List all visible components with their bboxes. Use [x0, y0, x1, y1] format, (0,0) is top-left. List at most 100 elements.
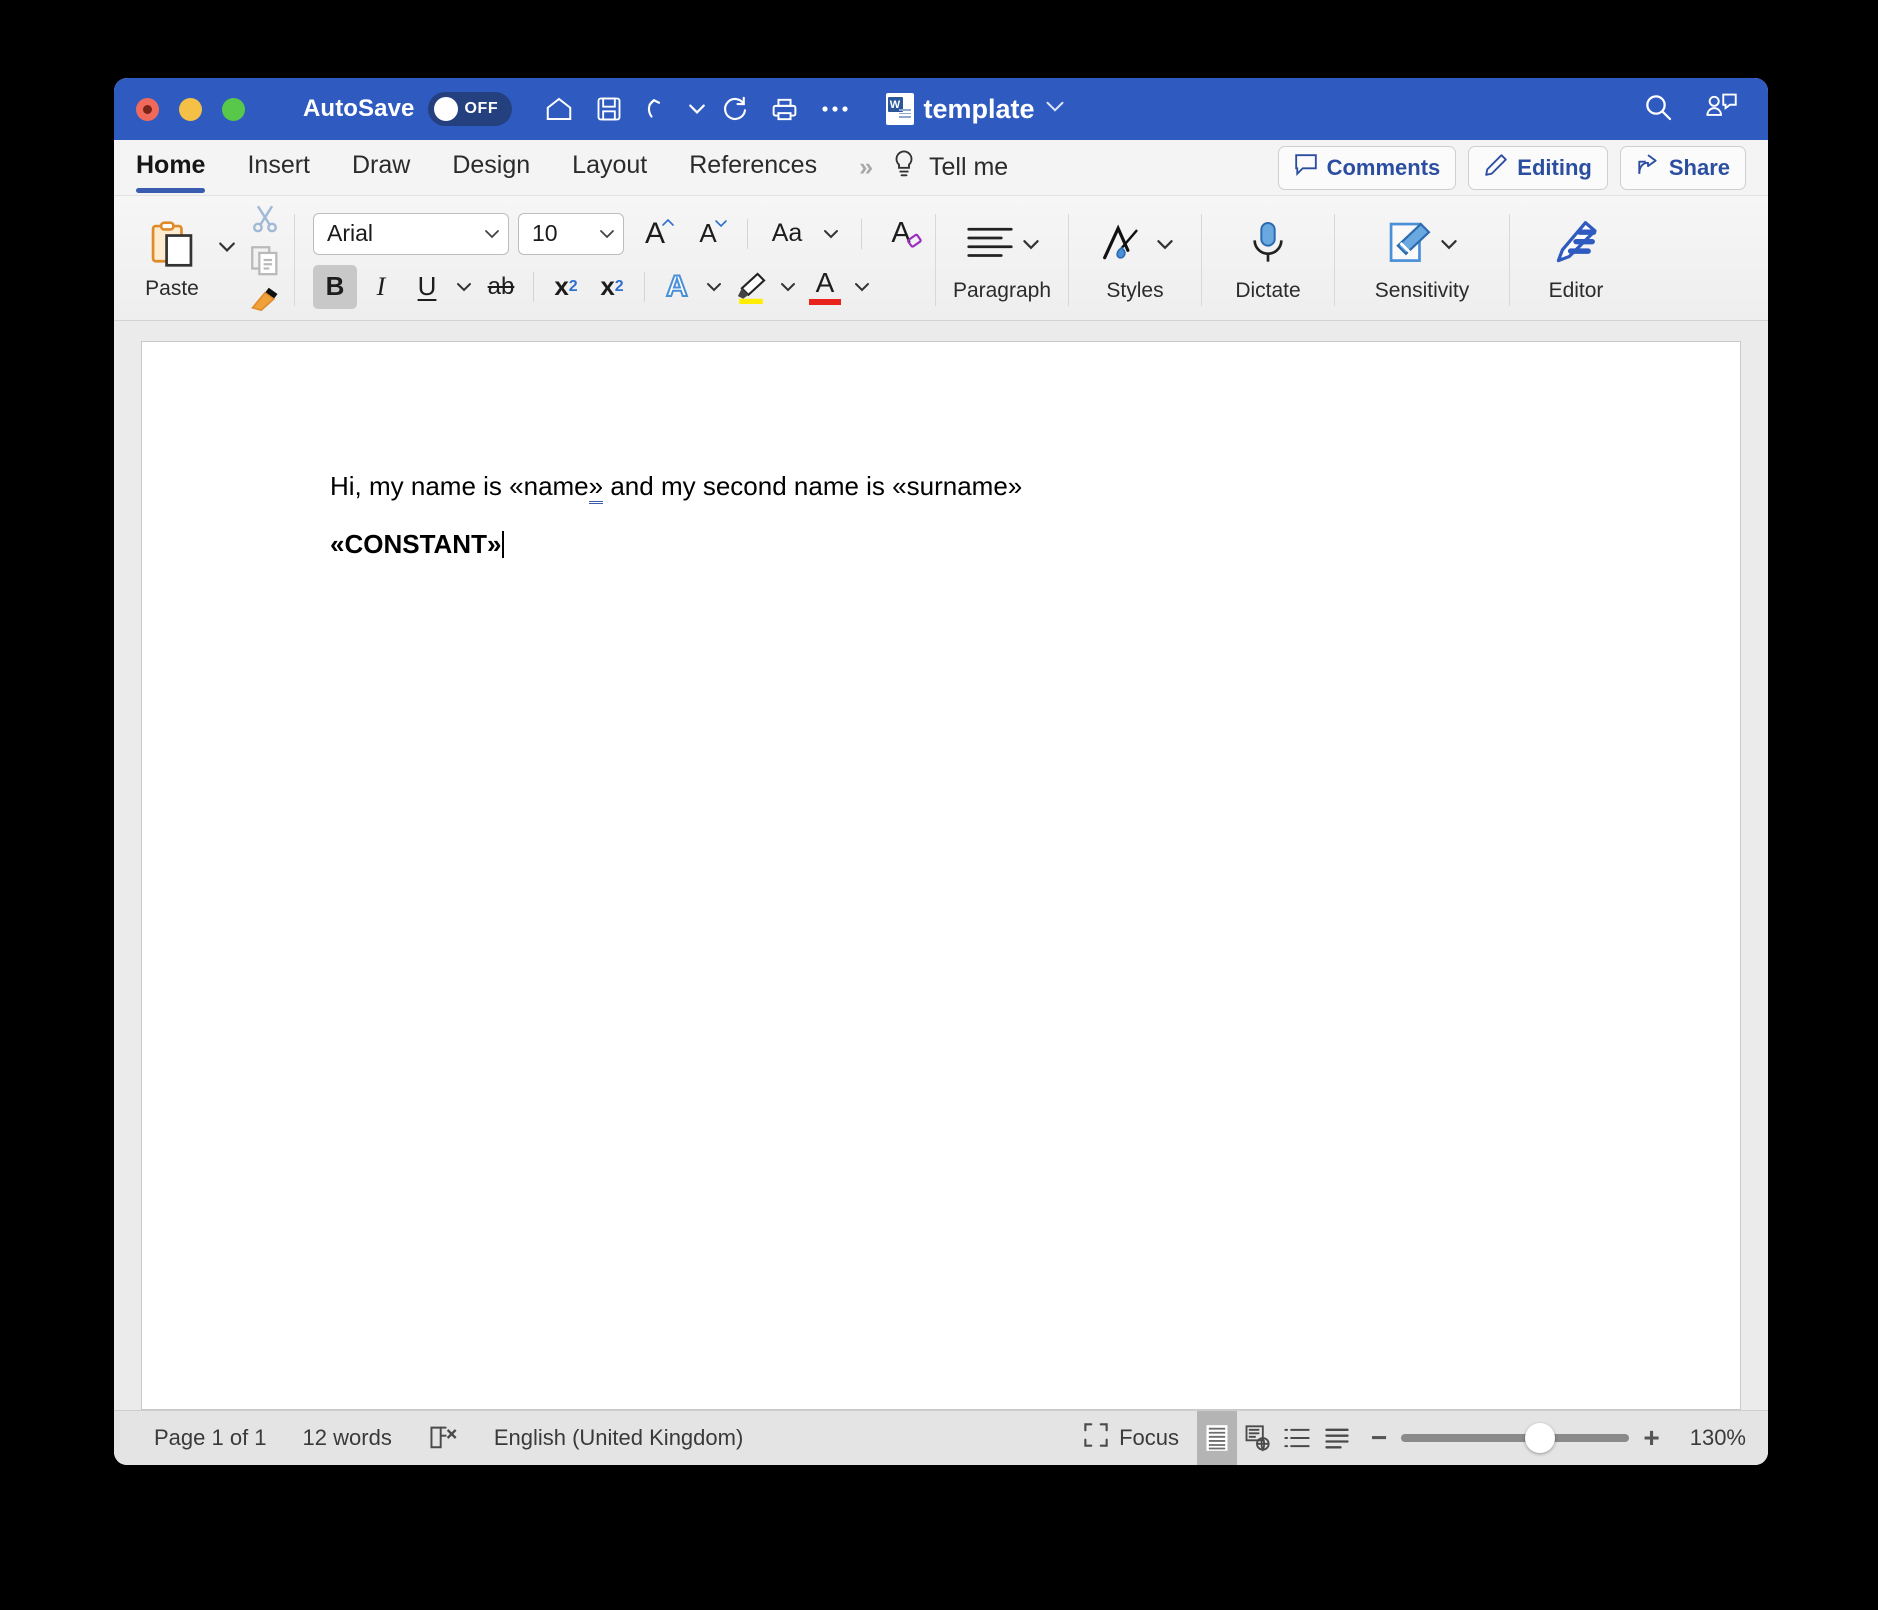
status-bar: Page 1 of 1 12 words English (United Kin… — [114, 1410, 1768, 1465]
change-case-caret-icon[interactable] — [818, 212, 844, 256]
underline-button[interactable]: U — [405, 265, 449, 309]
ribbon-group-styles: Styles — [1069, 200, 1201, 320]
font-size-combobox[interactable]: 10 — [518, 212, 624, 255]
document-title-group[interactable]: W template — [885, 93, 1065, 125]
title-bar: AutoSave OFF W template — [114, 78, 1768, 140]
web-layout-icon[interactable] — [1237, 1411, 1277, 1465]
paintbrush-icon[interactable] — [248, 284, 282, 319]
autosave-label: AutoSave — [303, 95, 415, 122]
scissors-icon[interactable] — [248, 202, 282, 241]
italic-button[interactable]: I — [359, 265, 403, 309]
paragraph-icon — [965, 223, 1015, 268]
tab-overflow-icon[interactable]: » — [859, 153, 873, 182]
tab-draw[interactable]: Draw — [352, 151, 410, 184]
editor-button[interactable]: Editor — [1522, 200, 1630, 320]
autosave-state-label: OFF — [464, 100, 499, 117]
ribbon-tab-bar: Home Insert Draw Design Layout Reference… — [114, 140, 1768, 196]
word-count[interactable]: 12 words — [285, 1411, 410, 1465]
autosave-toggle[interactable]: OFF — [427, 92, 512, 126]
paste-button[interactable]: Paste — [126, 220, 218, 301]
underline-label: U — [417, 271, 437, 301]
editing-button[interactable]: Editing — [1468, 145, 1608, 190]
tell-me-button[interactable]: Tell me — [891, 149, 1008, 186]
quick-access-toolbar — [534, 86, 860, 132]
share-button[interactable]: Share — [1619, 145, 1746, 190]
copy-icon[interactable] — [248, 243, 282, 282]
font-color-caret-icon[interactable] — [849, 265, 875, 309]
comments-button[interactable]: Comments — [1277, 145, 1457, 190]
outline-icon[interactable] — [1277, 1411, 1317, 1465]
sensitivity-button[interactable]: Sensitivity — [1347, 200, 1497, 320]
ribbon-group-dictate: Dictate — [1202, 200, 1334, 320]
paragraph-button[interactable]: Paragraph — [948, 200, 1056, 320]
zoom-level-label[interactable]: 130% — [1674, 1425, 1746, 1451]
tab-design[interactable]: Design — [452, 151, 530, 184]
title-dropdown-caret-icon[interactable] — [1045, 100, 1065, 118]
sensitivity-caret-icon[interactable] — [1440, 237, 1458, 255]
print-layout-icon[interactable] — [1197, 1411, 1237, 1465]
document-page[interactable]: Hi, my name is «name» and my second name… — [141, 341, 1741, 1410]
tab-insert[interactable]: Insert — [247, 151, 310, 184]
undo-icon[interactable] — [634, 86, 684, 132]
collaborators-icon[interactable] — [1704, 92, 1738, 127]
undo-dropdown-caret-icon[interactable] — [684, 86, 710, 132]
focus-button[interactable]: Focus — [1065, 1411, 1197, 1465]
minimize-window-button[interactable] — [179, 97, 202, 121]
superscript-button[interactable]: x2 — [590, 265, 634, 309]
clear-formatting-button[interactable]: A — [879, 212, 923, 256]
zoom-thumb[interactable] — [1525, 1423, 1556, 1453]
microphone-icon — [1248, 220, 1288, 271]
styles-caret-icon[interactable] — [1156, 237, 1174, 255]
print-icon[interactable] — [760, 86, 810, 132]
styles-button[interactable]: Styles — [1081, 200, 1189, 320]
text-effects-button[interactable]: A — [655, 265, 699, 309]
underline-caret-icon[interactable] — [451, 265, 477, 309]
close-window-button[interactable] — [136, 97, 159, 121]
zoom-in-button[interactable]: + — [1643, 1422, 1659, 1454]
subscript-button[interactable]: x2 — [544, 265, 588, 309]
editor-icon-row — [1553, 218, 1599, 274]
language-indicator[interactable]: English (United Kingdom) — [476, 1411, 761, 1465]
search-icon[interactable] — [1642, 91, 1674, 128]
bold-label: B — [325, 271, 345, 301]
redo-icon[interactable] — [710, 86, 760, 132]
chevron-down-icon — [484, 224, 500, 244]
zoom-out-button[interactable]: − — [1371, 1422, 1387, 1454]
autosave-control[interactable]: AutoSave OFF — [303, 92, 512, 126]
tab-home[interactable]: Home — [136, 151, 206, 193]
highlight-button[interactable] — [729, 265, 773, 309]
maximize-window-button[interactable] — [222, 97, 245, 121]
home-icon[interactable] — [534, 86, 584, 132]
subscript-base: x — [554, 271, 569, 301]
document-paragraph-1[interactable]: Hi, my name is «name» and my second name… — [330, 471, 1740, 504]
document-paragraph-2[interactable]: «CONSTANT» — [330, 529, 1740, 560]
tab-references[interactable]: References — [689, 151, 817, 184]
text-effects-label: A — [665, 269, 689, 304]
ribbon-group-clipboard: Paste — [114, 200, 294, 320]
save-icon[interactable] — [584, 86, 634, 132]
paragraph-1-part-a: Hi, my name is «name — [330, 471, 589, 501]
font-color-button[interactable]: A — [803, 265, 847, 309]
paragraph-caret-icon[interactable] — [1022, 237, 1040, 255]
proofing-errors-icon[interactable] — [410, 1411, 476, 1465]
strikethrough-button[interactable]: ab — [479, 265, 523, 309]
share-icon — [1636, 153, 1660, 183]
highlight-caret-icon[interactable] — [775, 265, 801, 309]
ribbon-toolbar: Paste Arial 10 A A Aa A B I U ab x 2 x 2… — [114, 196, 1768, 321]
more-icon[interactable] — [810, 86, 860, 132]
page-indicator[interactable]: Page 1 of 1 — [136, 1411, 285, 1465]
zoom-slider[interactable]: − + — [1357, 1422, 1674, 1454]
draft-icon[interactable] — [1317, 1411, 1357, 1465]
bold-button[interactable]: B — [313, 264, 357, 309]
zoom-track[interactable] — [1401, 1423, 1630, 1453]
tab-layout[interactable]: Layout — [572, 151, 647, 184]
shrink-font-button[interactable]: A — [686, 212, 730, 256]
text-effects-caret-icon[interactable] — [701, 265, 727, 309]
dictate-button[interactable]: Dictate — [1214, 200, 1322, 320]
grow-font-button[interactable]: A — [633, 212, 677, 256]
change-case-button[interactable]: Aa — [765, 212, 809, 256]
merge-field-marker: » — [588, 471, 604, 504]
document-scroll-area[interactable]: Hi, my name is «name» and my second name… — [114, 321, 1768, 1410]
font-name-combobox[interactable]: Arial — [313, 212, 509, 255]
paste-dropdown-caret-icon[interactable] — [218, 240, 236, 258]
